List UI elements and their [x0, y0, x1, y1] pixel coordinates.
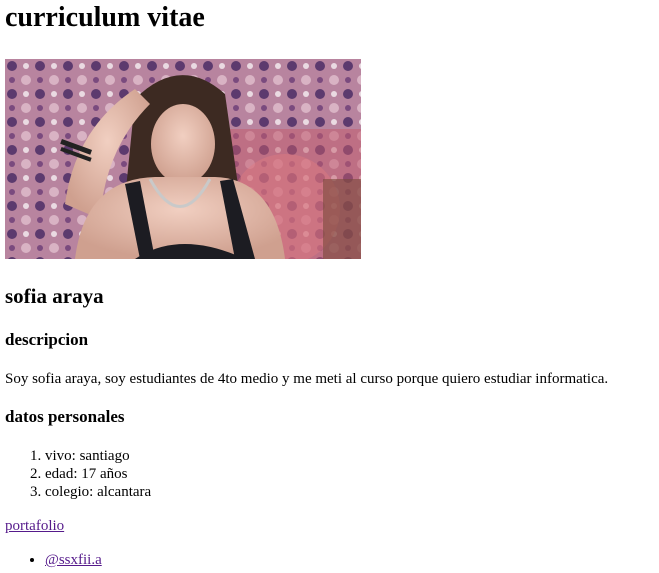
list-item: @ssxfii.a [45, 551, 102, 569]
page: curriculum vitae [0, 0, 659, 259]
description-heading: descripcion [5, 330, 89, 349]
profile-photo [5, 59, 361, 259]
description-text: Soy sofia araya, soy estudiantes de 4to … [5, 371, 609, 387]
list-item: vivo: santiago [45, 447, 151, 465]
list-item: colegio: alcantara [45, 483, 151, 501]
portfolio-link[interactable]: portafolio [5, 517, 64, 535]
page-title: curriculum vitae [5, 2, 205, 33]
person-name: sofia araya [5, 284, 104, 308]
social-list: @ssxfii.a [5, 551, 102, 569]
personal-data-list: vivo: santiago edad: 17 años colegio: al… [5, 447, 151, 501]
personal-data-heading: datos personales [5, 407, 125, 426]
list-item: edad: 17 años [45, 465, 151, 483]
social-handle-link[interactable]: @ssxfii.a [45, 552, 102, 568]
